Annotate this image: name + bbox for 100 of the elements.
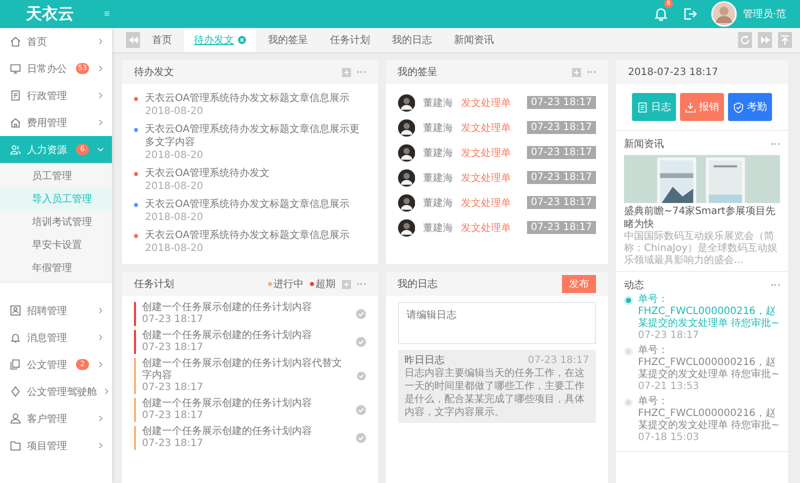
document-type-link[interactable]: 发文处理单: [460, 146, 511, 160]
panel-title: 昨日日志: [404, 354, 445, 367]
add-icon[interactable]: [342, 68, 351, 76]
document-type-link[interactable]: 发文处理单: [460, 170, 511, 184]
sidebar-item[interactable]: 行政管理: [0, 82, 112, 109]
news-headline[interactable]: 盛典前瞻~74家Smart参展项目先睹为快: [624, 205, 780, 231]
document-date: 2018-08-20: [145, 149, 204, 162]
sender-name: 董建海: [422, 146, 453, 160]
news-summary: 中国国际数码互动娱乐展览会（简称：ChinaJoy）是全球数码互动娱乐领域最具影响力的盛会...: [624, 231, 779, 267]
page-tab[interactable]: 首页: [142, 28, 182, 52]
submenu-item[interactable]: 早安卡设置: [0, 234, 112, 257]
sidebar-item[interactable]: 首页: [0, 28, 112, 55]
time-badge: 07-23 18:17: [526, 146, 596, 159]
menu-icon: [10, 117, 21, 128]
page-tab[interactable]: 待办发文: [184, 28, 256, 52]
sidebar-item[interactable]: 招聘管理: [0, 297, 112, 324]
sidebar-item[interactable]: 费用管理: [0, 109, 112, 136]
refresh-button[interactable]: [738, 32, 752, 48]
document-title[interactable]: 天衣云OA管理系统待办发文标题文章信息展示: [145, 92, 350, 105]
current-datetime: 2018-07-23 18:17: [628, 66, 718, 78]
user-avatar[interactable]: [710, 1, 737, 27]
person-avatar: [398, 144, 415, 162]
app-logo: 天衣云: [24, 4, 75, 24]
sidebar-item[interactable]: 客户管理: [0, 405, 112, 432]
publish-button[interactable]: 发布: [562, 275, 596, 293]
person-avatar: [398, 118, 415, 136]
quick-action-button[interactable]: 考勤: [728, 93, 772, 121]
time-badge: 07-23 18:17: [526, 221, 596, 234]
page-tab[interactable]: 我的签呈: [258, 28, 318, 52]
person-avatar: [398, 218, 415, 236]
activity-text[interactable]: 单号：FHZC_FWCL000000216，赵某提交的发文处理单 待您审批~: [638, 396, 780, 432]
add-icon[interactable]: [572, 68, 581, 76]
document-date: 2018-08-20: [145, 180, 204, 193]
back-button[interactable]: [126, 32, 140, 48]
legend-label: 超期: [316, 278, 336, 291]
quick-action-button[interactable]: 报销: [680, 93, 724, 121]
document-title[interactable]: 天衣云OA管理系统待办发文标题文章信息展示: [145, 229, 350, 242]
submenu-item[interactable]: 培训考试管理: [0, 211, 112, 234]
legend-label: 进行中: [274, 278, 304, 291]
document-title[interactable]: 天衣云OA管理系统待办发文: [145, 167, 270, 180]
task-title[interactable]: 创建一个任务展示创建的任务计划内容代替文字内容: [142, 358, 345, 382]
check-icon[interactable]: [356, 309, 366, 319]
check-icon[interactable]: [356, 371, 366, 381]
task-time: 07-23 18:17: [142, 410, 204, 422]
scroll-top-button[interactable]: [778, 32, 792, 48]
check-icon[interactable]: [356, 337, 366, 347]
document-type-link[interactable]: 发文处理单: [460, 96, 511, 110]
quick-action-button[interactable]: 日志: [632, 93, 676, 121]
sender-name: 董建海: [422, 222, 453, 234]
sender-name: 董建海: [422, 172, 453, 184]
page-tab[interactable]: 任务计划: [320, 28, 380, 52]
activity-text[interactable]: 单号：FHZC_FWCL000000216，赵某提交的发文处理单 待您审批~: [638, 345, 780, 381]
document-type-link[interactable]: 发文处理单: [460, 196, 511, 210]
document-title[interactable]: 天衣云OA管理系统待办发文标题文章信息展示: [145, 198, 350, 211]
card-title: 我的日志: [398, 278, 438, 291]
sender-name: 董建海: [422, 96, 453, 110]
person-avatar: [398, 94, 415, 112]
logout-icon[interactable]: [682, 7, 697, 21]
check-icon[interactable]: [356, 405, 366, 415]
activity-time: 07-21 13:53: [638, 381, 700, 393]
submenu-item[interactable]: 年假管理: [0, 257, 112, 280]
document-date: 2018-08-20: [145, 105, 204, 118]
menu-icon: [10, 63, 21, 74]
card-title: 待办发文: [134, 66, 174, 79]
add-icon[interactable]: [342, 280, 351, 288]
document-date: 2018-08-20: [145, 242, 204, 255]
double-left-icon: [128, 36, 138, 44]
submenu-item[interactable]: 员工管理: [0, 165, 112, 188]
sidebar-item[interactable]: 公文管理驾驶舱: [0, 378, 112, 405]
document-type-link[interactable]: 发文处理单: [460, 120, 511, 134]
journal-time: 07-23 18:17: [528, 354, 589, 367]
menu-icon: [10, 90, 21, 101]
task-title[interactable]: 创建一个任务展示创建的任务计划内容: [142, 302, 312, 314]
menu-icon: [10, 36, 21, 47]
close-icon[interactable]: [238, 36, 246, 44]
task-time: 07-23 18:17: [142, 382, 204, 394]
journal-text: 日志内容主要编辑当天的任务工作，在这一天的时间里都做了哪些工作，主要工作是什么，配合某某完成了哪些项目，具体内容，文字内容展示。: [404, 367, 586, 419]
section-title: 新闻资讯: [624, 138, 664, 151]
activity-text[interactable]: 单号：FHZC_FWCL000000216，赵某提交的发文处理单 待您审批~: [638, 294, 780, 330]
page-tab[interactable]: 新闻资讯: [444, 28, 504, 52]
forward-button[interactable]: [758, 32, 772, 48]
check-icon[interactable]: [356, 433, 366, 443]
document-title[interactable]: 天衣云OA管理系统待办发文标题文章信息展示更多文字内容: [145, 123, 366, 149]
task-title[interactable]: 创建一个任务展示创建的任务计划内容: [142, 330, 312, 342]
sidebar-item[interactable]: 项目管理: [0, 432, 112, 459]
task-title[interactable]: 创建一个任务展示创建的任务计划内容: [142, 398, 312, 410]
document-type-link[interactable]: 发文处理单: [460, 220, 511, 234]
double-right-icon: [760, 36, 770, 44]
arrow-up-icon: [780, 35, 790, 45]
menu-icon: [10, 332, 21, 343]
document-date: 2018-08-20: [145, 211, 204, 224]
menu-icon: [10, 305, 21, 316]
task-title[interactable]: 创建一个任务展示创建的任务计划内容: [142, 426, 312, 438]
sidebar-item[interactable]: 消息管理: [0, 324, 112, 351]
page-tab[interactable]: 我的日志: [382, 28, 442, 52]
time-badge: 07-23 18:17: [526, 121, 596, 134]
journal-input[interactable]: 请编辑日志: [398, 302, 596, 344]
person-avatar: [398, 194, 415, 212]
notification-bell-icon[interactable]: [654, 7, 668, 21]
menu-icon: [10, 359, 21, 370]
